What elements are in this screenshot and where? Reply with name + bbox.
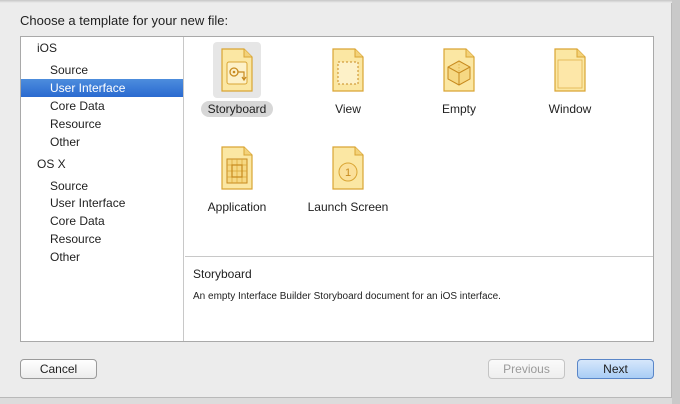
category-sidebar: iOS Source User Interface Core Data Reso… <box>21 37 184 341</box>
next-button[interactable]: Next <box>577 359 654 379</box>
template-label: Empty <box>441 102 476 116</box>
sidebar-item-ios-other[interactable]: Other <box>21 133 183 151</box>
sidebar-item-ios-user-interface[interactable]: User Interface <box>21 79 183 97</box>
template-launch-screen[interactable]: 1 Launch Screen <box>298 138 398 228</box>
dialog-title: Choose a template for your new file: <box>20 13 229 28</box>
template-window[interactable]: Window <box>520 40 620 130</box>
template-label: Window <box>548 102 592 116</box>
launch-screen-icon: 1 <box>332 146 364 190</box>
window-icon <box>554 48 586 92</box>
svg-text:1: 1 <box>345 167 351 179</box>
sidebar-item-osx-other[interactable]: Other <box>21 248 183 266</box>
empty-cube-icon <box>443 48 475 92</box>
sidebar-item-ios-core-data[interactable]: Core Data <box>21 97 183 115</box>
storyboard-icon <box>221 48 253 92</box>
sidebar-item-osx-core-data[interactable]: Core Data <box>21 212 183 230</box>
template-panel: iOS Source User Interface Core Data Reso… <box>20 36 654 342</box>
sidebar-group-ios: iOS <box>37 41 58 55</box>
template-view[interactable]: View <box>298 40 398 130</box>
view-icon <box>332 48 364 92</box>
template-label: Launch Screen <box>307 200 389 214</box>
sidebar-item-ios-source[interactable]: Source <box>21 61 183 79</box>
sidebar-item-osx-resource[interactable]: Resource <box>21 230 183 248</box>
template-empty[interactable]: Empty <box>409 40 509 130</box>
description-pane: Storyboard An empty Interface Builder St… <box>185 256 653 341</box>
template-grid: Storyboard View Empty Window Application… <box>185 37 653 255</box>
sidebar-item-osx-user-interface[interactable]: User Interface <box>21 194 183 212</box>
template-chooser-sheet: Choose a template for your new file: iOS… <box>0 0 672 398</box>
template-storyboard[interactable]: Storyboard <box>187 40 287 130</box>
sidebar-item-ios-resource[interactable]: Resource <box>21 115 183 133</box>
window-edge <box>672 0 680 404</box>
previous-button[interactable]: Previous <box>488 359 565 379</box>
template-label: Application <box>207 200 267 214</box>
sidebar-group-osx: OS X <box>37 157 66 171</box>
cancel-button[interactable]: Cancel <box>20 359 97 379</box>
template-label: Storyboard <box>200 101 274 117</box>
description-body: An empty Interface Builder Storyboard do… <box>193 291 501 302</box>
description-title: Storyboard <box>193 267 252 281</box>
template-label: View <box>335 102 361 116</box>
top-shadow <box>0 0 672 3</box>
template-application[interactable]: Application <box>187 138 287 228</box>
application-icon <box>221 146 253 190</box>
sidebar-item-osx-source[interactable]: Source <box>21 177 183 195</box>
